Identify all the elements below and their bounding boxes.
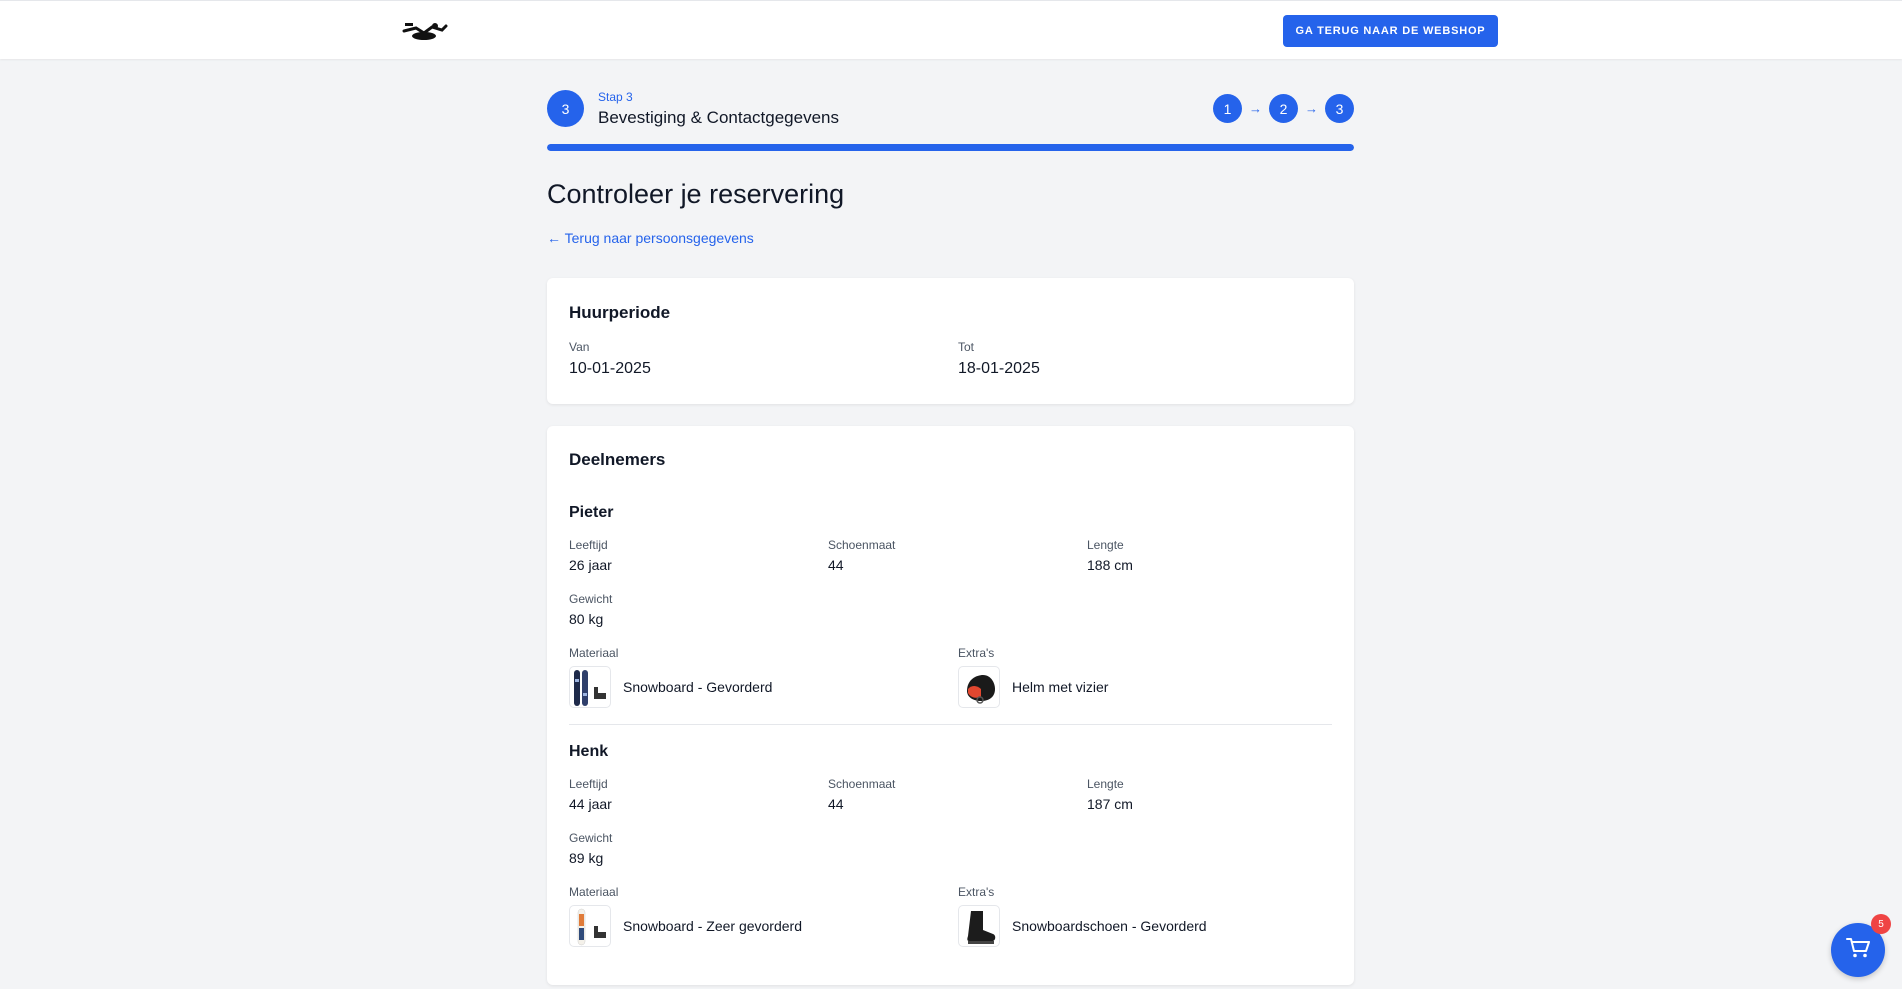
material-name: Snowboard - Gevorderd — [623, 679, 773, 695]
weight-value: 80 kg — [569, 611, 604, 627]
extras-label: Extra's — [958, 646, 995, 660]
shoe-size-value: 44 — [828, 796, 844, 812]
snowboard-icon — [569, 666, 611, 708]
stepper: 3 Stap 3 Bevestiging & Contactgegevens 1… — [547, 90, 1354, 152]
progress-bar — [547, 144, 1354, 151]
boot-icon — [958, 905, 1000, 947]
from-value: 10-01-2025 — [569, 360, 651, 377]
shoe-size-label: Schoenmaat — [828, 777, 896, 791]
height-value: 188 cm — [1087, 557, 1133, 573]
weight-value: 89 kg — [569, 850, 604, 866]
material-label: Materiaal — [569, 646, 619, 660]
rental-period-card: Huurperiode Van 10-01-2025 Tot 18-01-202… — [547, 278, 1354, 404]
step-3-indicator[interactable]: 3 — [1325, 94, 1354, 123]
participants-title: Deelnemers — [569, 450, 666, 469]
rental-period-title: Huurperiode — [569, 303, 671, 322]
arrow-right-icon: → — [1305, 101, 1318, 116]
cart-icon — [1846, 937, 1870, 964]
material-name: Snowboard - Zeer gevorderd — [623, 918, 802, 934]
height-label: Lengte — [1087, 538, 1124, 552]
page-title: Controleer je reservering — [547, 179, 845, 209]
age-value: 44 jaar — [569, 796, 612, 812]
arrow-right-icon: → — [1249, 101, 1262, 116]
age-label: Leeftijd — [569, 538, 608, 552]
back-to-personal-details-link[interactable]: ← Terug naar persoonsgegevens — [547, 230, 754, 246]
participant-divider — [569, 724, 1332, 725]
participants-card: Deelnemers Pieter Leeftijd 26 jaar Schoe… — [547, 426, 1354, 985]
participant-name: Pieter — [569, 504, 614, 521]
from-label: Van — [569, 340, 590, 354]
step-1-indicator[interactable]: 1 — [1213, 94, 1242, 123]
age-label: Leeftijd — [569, 777, 608, 791]
participant-name: Henk — [569, 743, 609, 760]
shoe-size-label: Schoenmaat — [828, 538, 896, 552]
height-value: 187 cm — [1087, 796, 1133, 812]
age-value: 26 jaar — [569, 557, 612, 573]
helmet-icon — [958, 666, 1000, 708]
shoe-size-value: 44 — [828, 557, 844, 573]
ski-logo-icon[interactable] — [402, 19, 448, 43]
extras-label: Extra's — [958, 885, 995, 899]
material-label: Materiaal — [569, 885, 619, 899]
to-label: Tot — [958, 340, 975, 354]
step-indicators: 1 → 2 → 3 — [1213, 94, 1354, 123]
progress-fill — [547, 144, 1354, 151]
step-label: Stap 3 — [598, 90, 633, 104]
extra-name: Snowboardschoen - Gevorderd — [1012, 918, 1207, 934]
current-step-circle: 3 — [547, 90, 584, 127]
step-2-indicator[interactable]: 2 — [1269, 94, 1298, 123]
weight-label: Gewicht — [569, 592, 613, 606]
back-to-webshop-button[interactable]: GA TERUG NAAR DE WEBSHOP — [1283, 15, 1498, 47]
height-label: Lengte — [1087, 777, 1124, 791]
weight-label: Gewicht — [569, 831, 613, 845]
step-title: Bevestiging & Contactgegevens — [598, 108, 839, 127]
snowboard-icon — [569, 905, 611, 947]
cart-count-badge: 5 — [1871, 914, 1891, 934]
top-header: GA TERUG NAAR DE WEBSHOP — [0, 0, 1902, 59]
to-value: 18-01-2025 — [958, 360, 1040, 377]
extra-name: Helm met vizier — [1012, 679, 1109, 695]
